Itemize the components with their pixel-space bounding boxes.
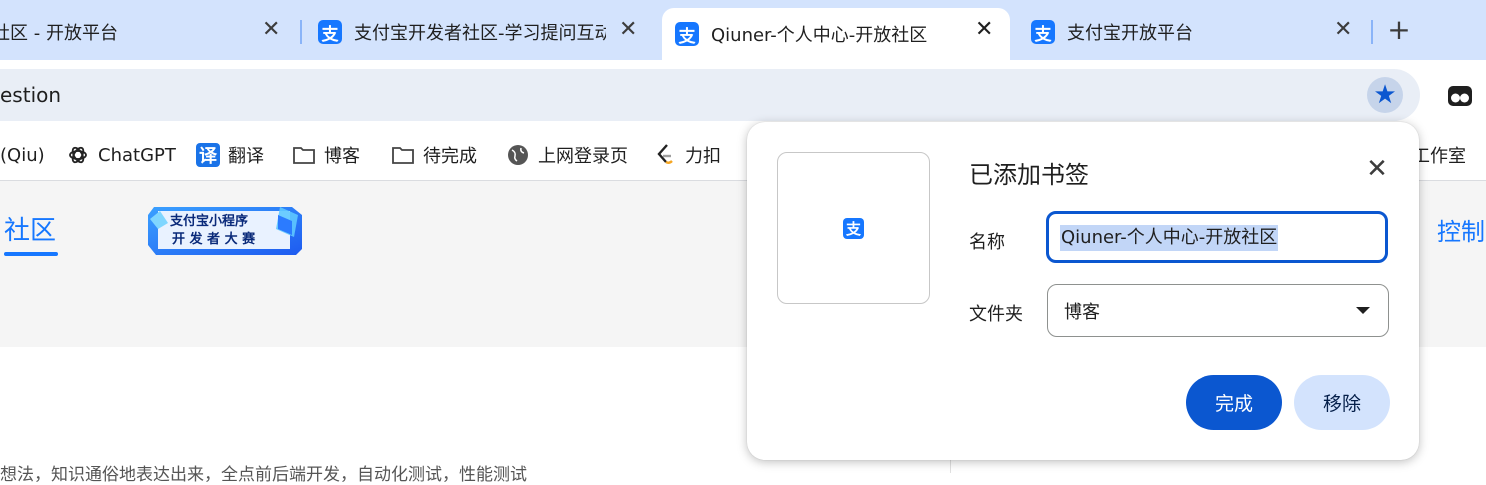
- bookmark-folder-blog[interactable]: 博客: [292, 140, 360, 170]
- bookmark-studio[interactable]: 工作室: [1412, 140, 1466, 170]
- address-text[interactable]: estion: [0, 83, 61, 107]
- bookmark-leetcode[interactable]: 力扣: [653, 140, 721, 170]
- close-icon[interactable]: ✕: [975, 17, 993, 42]
- chevron-down-icon: [1356, 307, 1370, 314]
- tab-label: 社区 - 开放平台: [0, 23, 118, 44]
- nav-community-tab[interactable]: 社区: [4, 210, 56, 247]
- page-thumbnail: 支: [777, 152, 930, 304]
- bookmark-added-dialog: 支 已添加书签 ✕ 名称 Qiuner-个人中心-开放社区 文件夹 博客 完成 …: [747, 122, 1419, 460]
- bookmark-name-value[interactable]: Qiuner-个人中心-开放社区: [1060, 225, 1279, 251]
- alipay-icon: 支: [318, 20, 342, 45]
- bookmark-translate[interactable]: 译 翻译: [196, 140, 264, 170]
- folder-selected-value: 博客: [1064, 301, 1100, 323]
- tab-shequ[interactable]: 社区 - 开放平台 ✕: [0, 8, 295, 56]
- alipay-icon: 支: [1031, 20, 1055, 45]
- toolbar: estion: [0, 60, 1486, 130]
- globe-icon: [506, 143, 530, 167]
- bookmark-label: ChatGPT: [98, 144, 176, 166]
- bookmark-login-page[interactable]: 上网登录页: [506, 140, 628, 170]
- remove-button[interactable]: 移除: [1294, 375, 1390, 430]
- bookmark-label: 力扣: [685, 146, 721, 167]
- bookmark-label: 待完成: [423, 146, 477, 167]
- done-button[interactable]: 完成: [1186, 375, 1282, 430]
- tab-alipay-open-platform[interactable]: 支 支付宝开放平台 ✕: [1018, 8, 1368, 56]
- tab-community-qa[interactable]: 支 支付宝开发者社区-学习提问互动 ✕: [305, 8, 655, 56]
- bookmark-qiu[interactable]: (Qiu): [0, 140, 45, 170]
- openai-glyph: [69, 146, 87, 164]
- name-label: 名称: [969, 232, 1005, 253]
- bookmark-label: 工作室: [1412, 146, 1466, 167]
- extension-icon[interactable]: [1444, 80, 1476, 112]
- bookmark-star-icon[interactable]: ★: [1367, 77, 1403, 113]
- openai-icon: [66, 143, 90, 167]
- tab-qiuner-profile[interactable]: 支 Qiuner-个人中心-开放社区 ✕: [662, 8, 1010, 60]
- folder-label: 文件夹: [969, 304, 1023, 325]
- tab-label: 支付宝开放平台: [1067, 23, 1193, 44]
- close-icon[interactable]: ✕: [262, 17, 280, 42]
- banner-line2: 开 发 者 大 赛: [172, 232, 256, 247]
- bookmark-label: 翻译: [228, 146, 264, 167]
- glasses-icon: [1448, 86, 1472, 106]
- tab-label: Qiuner-个人中心-开放社区: [711, 25, 928, 46]
- close-icon[interactable]: ✕: [1363, 155, 1391, 183]
- tab-label: 支付宝开发者社区-学习提问互动: [354, 23, 606, 44]
- dialog-title: 已添加书签: [969, 161, 1089, 189]
- bookmark-label: (Qiu): [0, 144, 45, 166]
- console-link[interactable]: 控制: [1437, 212, 1485, 247]
- dev-contest-banner[interactable]: 支付宝小程序 开 发 者 大 赛: [140, 197, 308, 257]
- close-icon[interactable]: ✕: [1334, 17, 1352, 42]
- bookmark-chatgpt[interactable]: ChatGPT: [66, 140, 176, 170]
- bookmark-label: 上网登录页: [538, 146, 628, 167]
- close-icon[interactable]: ✕: [619, 17, 637, 42]
- folder-dropdown[interactable]: 博客: [1047, 284, 1389, 337]
- alipay-icon: 支: [843, 217, 864, 239]
- bookmark-folder-todo[interactable]: 待完成: [391, 140, 477, 170]
- folder-icon: [391, 143, 415, 167]
- banner-line1: 支付宝小程序: [170, 214, 249, 229]
- alipay-icon: 支: [675, 22, 699, 47]
- tab-separator: [300, 20, 302, 44]
- tab-separator: [1371, 20, 1373, 44]
- bookmark-label: 博客: [324, 146, 360, 167]
- address-bar[interactable]: estion: [0, 69, 1420, 121]
- translate-icon: 译: [196, 143, 220, 167]
- tab-strip: 社区 - 开放平台 ✕ 支 支付宝开发者社区-学习提问互动 ✕ 支 Qiuner…: [0, 0, 1486, 60]
- active-tab-underline: [4, 252, 58, 256]
- new-tab-icon[interactable]: +: [1385, 14, 1413, 46]
- leetcode-icon: [653, 143, 677, 167]
- folder-icon: [292, 143, 316, 167]
